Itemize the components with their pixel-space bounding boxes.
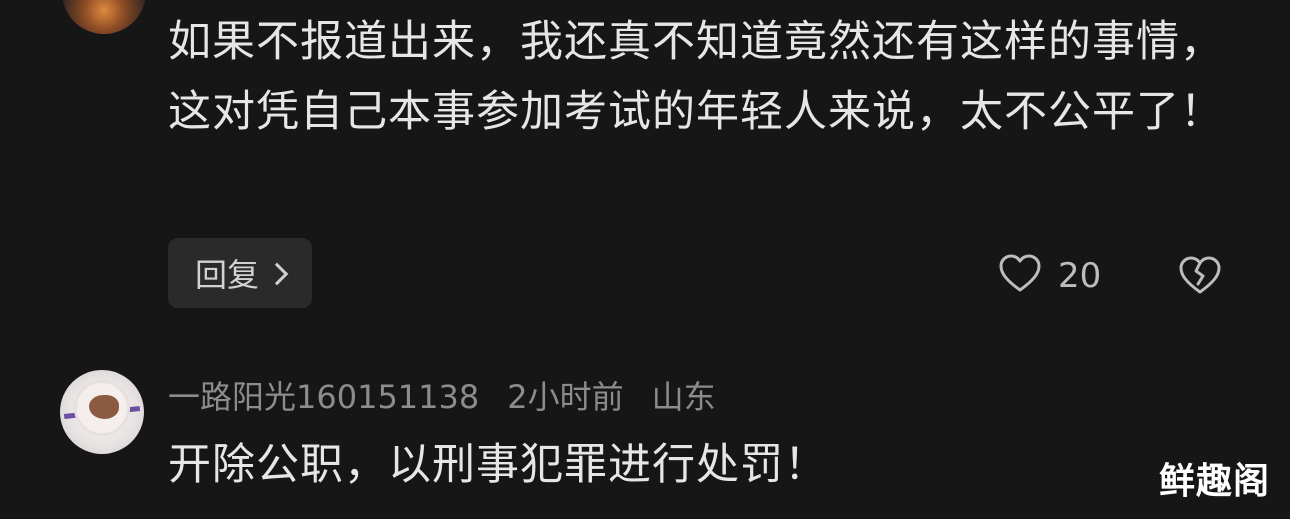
comment-2-meta: 一路阳光160151138 2小时前 山东 xyxy=(168,372,716,418)
comment-2-text: 开除公职，以刑事犯罪进行处罚！ xyxy=(168,440,828,490)
reply-button[interactable]: 回复 xyxy=(168,238,312,308)
heart-outline-icon xyxy=(998,252,1042,300)
broken-heart-icon xyxy=(1178,256,1222,302)
dislike-button[interactable] xyxy=(1178,254,1222,302)
comment-location: 山东 xyxy=(651,378,716,416)
avatar-latte-art xyxy=(89,395,119,419)
like-button[interactable]: 20 xyxy=(998,252,1101,300)
commenter-avatar[interactable] xyxy=(60,370,144,454)
avatar-cup xyxy=(74,380,130,436)
commenter-avatar-top[interactable] xyxy=(62,0,146,34)
username[interactable]: 一路阳光160151138 xyxy=(168,372,479,418)
chevron-right-icon xyxy=(265,262,289,286)
reply-button-label: 回复 xyxy=(194,256,259,294)
comment-time: 2小时前 xyxy=(507,378,624,416)
like-count: 20 xyxy=(1058,256,1102,296)
comment-1-text: 如果不报道出来，我还真不知道竟然还有这样的事情，这对凭自己本事参加考试的年轻人来… xyxy=(168,17,1224,137)
watermark: 鲜趣阁 xyxy=(1158,461,1270,502)
